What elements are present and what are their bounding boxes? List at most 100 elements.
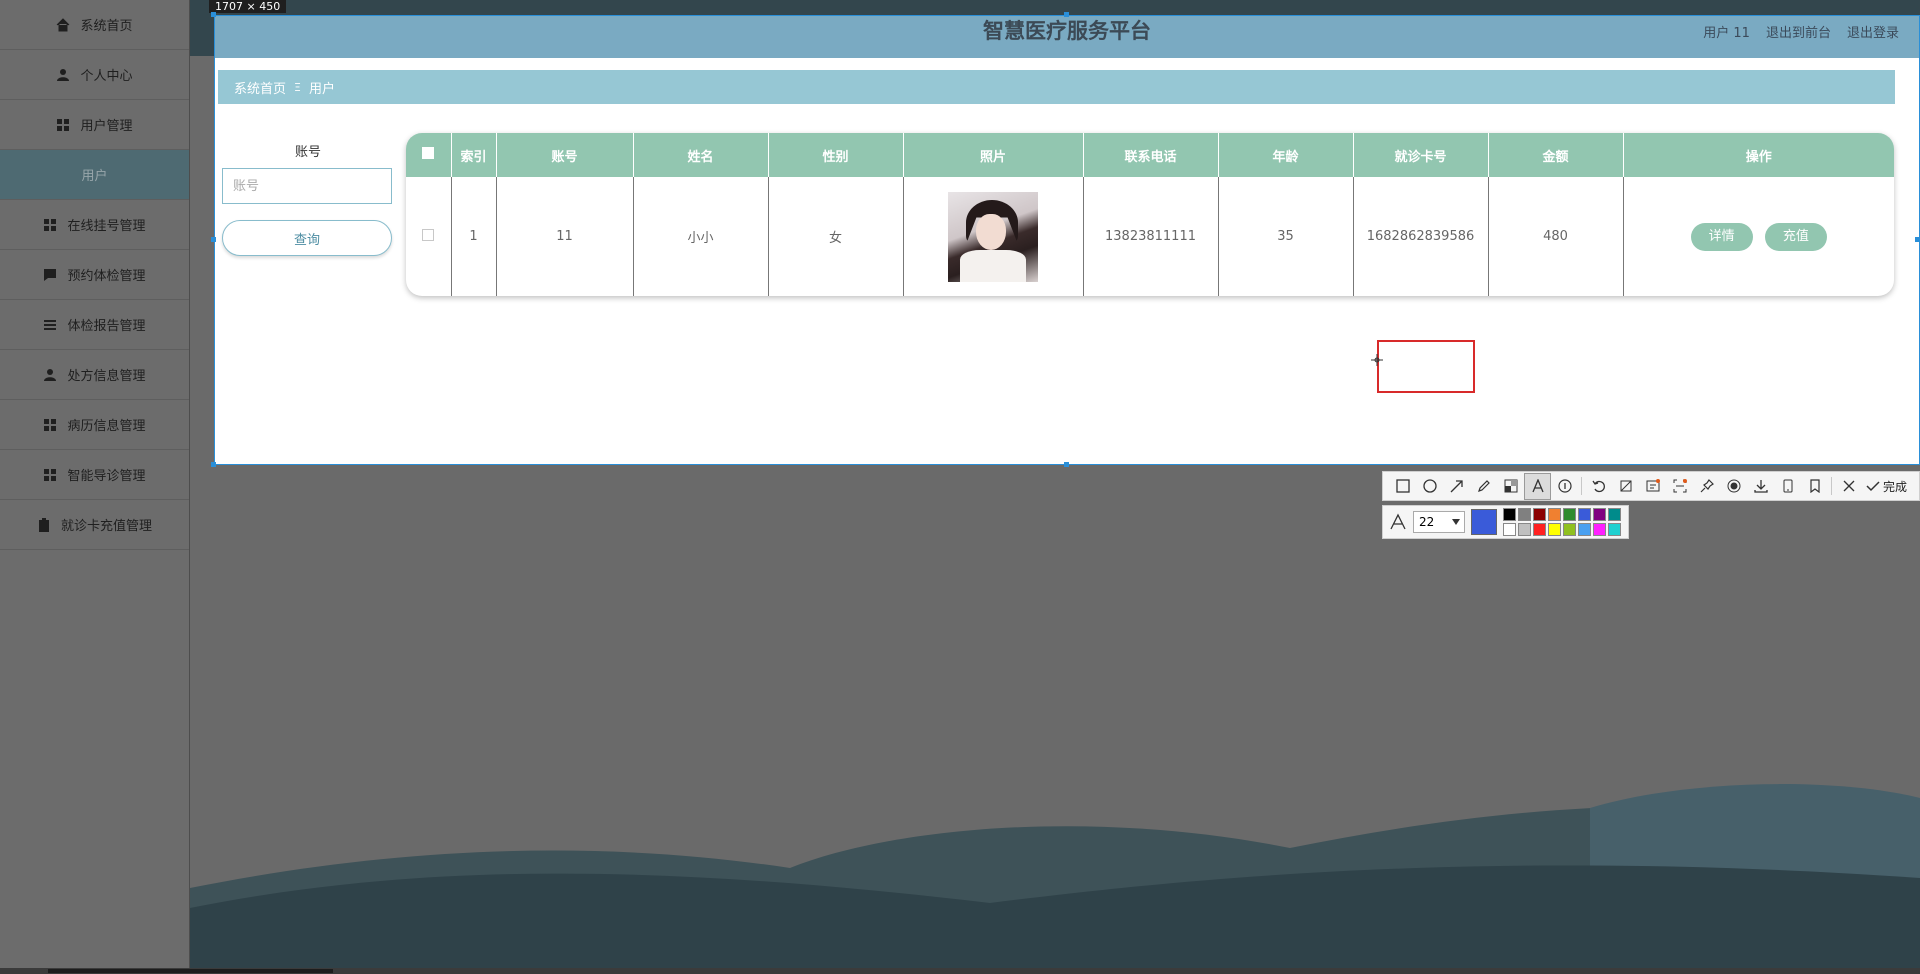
color-swatch[interactable] bbox=[1503, 523, 1516, 536]
undo-icon[interactable] bbox=[1585, 473, 1612, 500]
resize-handle-bottom-left[interactable] bbox=[211, 462, 216, 467]
sidebar-item[interactable]: 智能导诊管理 bbox=[0, 450, 189, 500]
sidebar: 系统首页个人中心 用户管理 用户 在线挂号管理 预约体检管理体检报告管理 处方信息管理病历… bbox=[0, 0, 190, 968]
color-swatch[interactable] bbox=[1533, 523, 1546, 536]
user-label: 用户 11 bbox=[1703, 26, 1750, 41]
sidebar-item-label: 处方信息管理 bbox=[67, 369, 146, 384]
sidebar-item[interactable]: 处方信息管理 bbox=[0, 350, 189, 400]
ellipse-icon[interactable] bbox=[1416, 473, 1443, 500]
sidebar-item[interactable]: 系统首页 bbox=[0, 0, 189, 50]
select-all-checkbox[interactable] bbox=[422, 147, 435, 159]
sidebar-item-label: 就诊卡充值管理 bbox=[60, 519, 152, 534]
cell-index: 1 bbox=[451, 177, 497, 296]
font-size-select[interactable]: 22 bbox=[1413, 511, 1465, 533]
color-swatch[interactable] bbox=[1593, 523, 1606, 536]
sidebar-item[interactable]: 个人中心 bbox=[0, 50, 189, 100]
scan-icon[interactable] bbox=[1666, 473, 1693, 500]
cell-card-no: 1682862839586 bbox=[1353, 177, 1489, 296]
save-icon[interactable] bbox=[1747, 473, 1774, 500]
arrow-icon[interactable] bbox=[1443, 473, 1470, 500]
cell-account: 11 bbox=[496, 177, 634, 296]
person-icon bbox=[56, 68, 70, 82]
background-hills bbox=[190, 784, 1920, 968]
close-icon[interactable] bbox=[1835, 473, 1862, 500]
sidebar-item[interactable]: 预约体检管理 bbox=[0, 250, 189, 300]
recharge-button[interactable]: 充值 bbox=[1764, 222, 1827, 251]
color-swatch[interactable] bbox=[1503, 508, 1516, 521]
color-swatch[interactable] bbox=[1608, 508, 1621, 521]
back-to-front-link[interactable]: 退出到前台 bbox=[1766, 22, 1831, 41]
color-swatch[interactable] bbox=[1518, 523, 1531, 536]
done-label: 完成 bbox=[1883, 479, 1908, 494]
clipboard-icon bbox=[37, 517, 51, 532]
current-color-swatch[interactable] bbox=[1471, 509, 1497, 535]
cell-age: 35 bbox=[1218, 177, 1354, 296]
device-icon[interactable] bbox=[1774, 473, 1801, 500]
search-account-input[interactable] bbox=[222, 168, 392, 204]
ocr-icon[interactable] bbox=[1639, 473, 1666, 500]
mosaic-icon[interactable] bbox=[1497, 473, 1524, 500]
grid-icon bbox=[43, 218, 57, 232]
table-row: 1 11 小小 女 13823811111 35 1682862839586 4… bbox=[406, 177, 1894, 296]
pencil-icon[interactable] bbox=[1470, 473, 1497, 500]
sidebar-item-label: 体检报告管理 bbox=[67, 319, 146, 334]
column-header: 索引 bbox=[451, 133, 497, 177]
color-swatch[interactable] bbox=[1593, 508, 1606, 521]
color-swatch[interactable] bbox=[1608, 523, 1621, 536]
list-icon bbox=[43, 318, 57, 332]
logout-link[interactable]: 退出登录 bbox=[1847, 22, 1899, 41]
annotation-text-box[interactable] bbox=[1377, 340, 1475, 393]
color-swatch[interactable] bbox=[1518, 508, 1531, 521]
sidebar-item[interactable]: 用户 bbox=[0, 150, 189, 200]
text-icon[interactable] bbox=[1524, 472, 1551, 500]
resize-handle-top-mid[interactable] bbox=[1064, 12, 1069, 17]
capture-region[interactable]: 智慧医疗服务平台 用户 11 退出到前台 退出登录 系统首页 Ξ 用户 账号 查… bbox=[214, 15, 1920, 465]
resize-handle-right-mid[interactable] bbox=[1915, 237, 1920, 242]
column-header: 联系电话 bbox=[1083, 133, 1219, 177]
sidebar-item-label: 系统首页 bbox=[80, 19, 133, 34]
column-header: 照片 bbox=[903, 133, 1084, 177]
color-swatch[interactable] bbox=[1578, 523, 1591, 536]
breadcrumb-separator: Ξ bbox=[294, 80, 301, 94]
color-swatch[interactable] bbox=[1563, 508, 1576, 521]
resize-handle-top-left[interactable] bbox=[211, 12, 216, 17]
color-swatch[interactable] bbox=[1548, 508, 1561, 521]
resize-handle-bottom-mid[interactable] bbox=[1064, 462, 1069, 467]
sidebar-item[interactable]: 就诊卡充值管理 bbox=[0, 500, 189, 550]
done-button[interactable]: 完成 bbox=[1866, 478, 1907, 495]
pin-icon[interactable] bbox=[1693, 473, 1720, 500]
column-header: 性别 bbox=[768, 133, 904, 177]
column-header: 就诊卡号 bbox=[1353, 133, 1489, 177]
crop-icon[interactable] bbox=[1612, 473, 1639, 500]
bookmark-icon[interactable] bbox=[1801, 473, 1828, 500]
font-size-value: 22 bbox=[1419, 515, 1435, 529]
chevron-down-icon bbox=[1452, 519, 1460, 525]
font-icon bbox=[1390, 513, 1406, 530]
platform-title: 智慧医疗服务平台 bbox=[983, 19, 1151, 43]
color-swatch[interactable] bbox=[1548, 523, 1561, 536]
breadcrumb-current: 用户 bbox=[308, 81, 335, 97]
color-swatch[interactable] bbox=[1533, 508, 1546, 521]
sidebar-item[interactable]: 在线挂号管理 bbox=[0, 200, 189, 250]
sidebar-item[interactable]: 病历信息管理 bbox=[0, 400, 189, 450]
number-icon[interactable] bbox=[1551, 473, 1578, 500]
taskbar-strip bbox=[0, 968, 1920, 974]
detail-button[interactable]: 详情 bbox=[1690, 222, 1753, 251]
row-checkbox[interactable] bbox=[422, 228, 435, 241]
cell-actions: 详情 充值 bbox=[1623, 177, 1894, 296]
breadcrumb-home[interactable]: 系统首页 bbox=[234, 78, 286, 97]
resize-handle-left-mid[interactable] bbox=[211, 237, 216, 242]
select-all-cell[interactable] bbox=[406, 133, 452, 177]
sidebar-item[interactable]: 体检报告管理 bbox=[0, 300, 189, 350]
chat-icon bbox=[43, 268, 57, 282]
query-button[interactable]: 查询 bbox=[222, 220, 392, 256]
row-select-cell[interactable] bbox=[406, 177, 452, 296]
column-header: 账号 bbox=[496, 133, 634, 177]
color-palette bbox=[1503, 508, 1621, 536]
rectangle-icon[interactable] bbox=[1389, 473, 1416, 500]
grid-icon bbox=[56, 118, 70, 132]
color-swatch[interactable] bbox=[1578, 508, 1591, 521]
color-swatch[interactable] bbox=[1563, 523, 1576, 536]
record-icon[interactable] bbox=[1720, 473, 1747, 500]
sidebar-item[interactable]: 用户管理 bbox=[0, 100, 189, 150]
